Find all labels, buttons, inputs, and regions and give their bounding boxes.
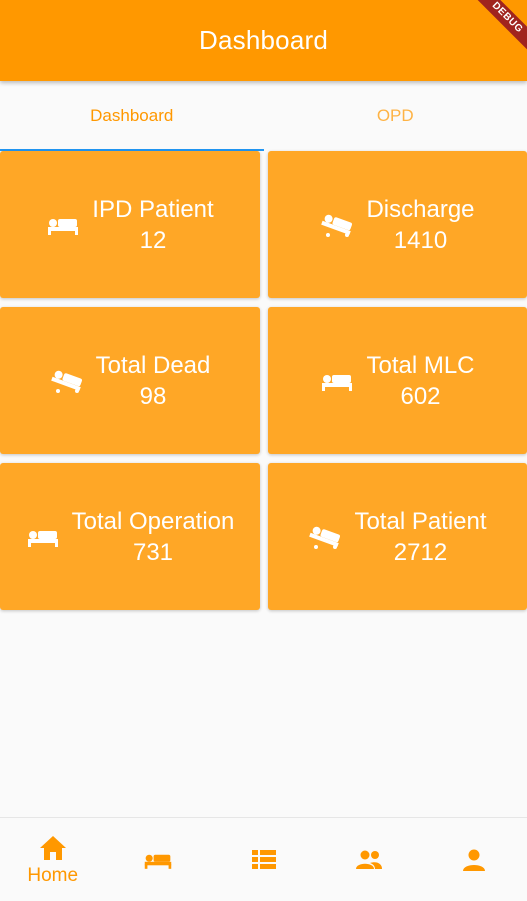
hospital-bed-icon	[320, 368, 354, 394]
tab-dashboard-label: Dashboard	[90, 106, 173, 126]
ipd-patient-card[interactable]: IPD Patient 12	[0, 151, 260, 298]
card-title: Total Dead	[96, 350, 211, 381]
nav-profile[interactable]	[422, 818, 527, 901]
debug-banner-label: DEBUG	[467, 0, 527, 59]
bottom-navigation: Home	[0, 817, 527, 901]
card-title: IPD Patient	[92, 194, 213, 225]
page-title: Dashboard	[199, 25, 328, 56]
card-value: 602	[400, 381, 440, 412]
list-icon	[249, 845, 279, 875]
card-title: Discharge	[366, 194, 474, 225]
card-value: 731	[133, 537, 173, 568]
debug-banner: DEBUG	[467, 0, 527, 60]
nav-ipd[interactable]	[105, 818, 210, 901]
total-dead-card[interactable]: Total Dead 98	[0, 307, 260, 454]
total-operation-card[interactable]: Total Operation 731	[0, 463, 260, 610]
card-title: Total MLC	[366, 350, 474, 381]
card-value: 98	[140, 381, 167, 412]
patient-transfer-icon	[308, 524, 342, 550]
nav-list[interactable]	[211, 818, 316, 901]
app-bar: Dashboard	[0, 0, 527, 81]
hospital-bed-icon	[26, 524, 60, 550]
nav-group[interactable]	[316, 818, 421, 901]
home-icon	[38, 833, 68, 863]
tab-opd[interactable]: OPD	[264, 81, 527, 151]
total-patient-card[interactable]: Total Patient 2712	[268, 463, 527, 610]
nav-home[interactable]: Home	[0, 818, 105, 901]
card-value: 1410	[394, 225, 447, 256]
card-title: Total Patient	[354, 506, 486, 537]
patient-transfer-icon	[320, 212, 354, 238]
person-icon	[459, 845, 489, 875]
hospital-bed-icon	[46, 212, 80, 238]
total-mlc-card[interactable]: Total MLC 602	[268, 307, 527, 454]
tab-dashboard[interactable]: Dashboard	[0, 81, 264, 151]
hospital-bed-icon	[143, 845, 173, 875]
card-value: 2712	[394, 537, 447, 568]
group-icon	[354, 845, 384, 875]
nav-home-label: Home	[27, 865, 78, 887]
card-title: Total Operation	[72, 506, 235, 537]
discharge-card[interactable]: Discharge 1410	[268, 151, 527, 298]
card-value: 12	[140, 225, 167, 256]
patient-transfer-icon	[50, 368, 84, 394]
tab-opd-label: OPD	[377, 106, 414, 126]
tab-bar: Dashboard OPD	[0, 81, 527, 151]
